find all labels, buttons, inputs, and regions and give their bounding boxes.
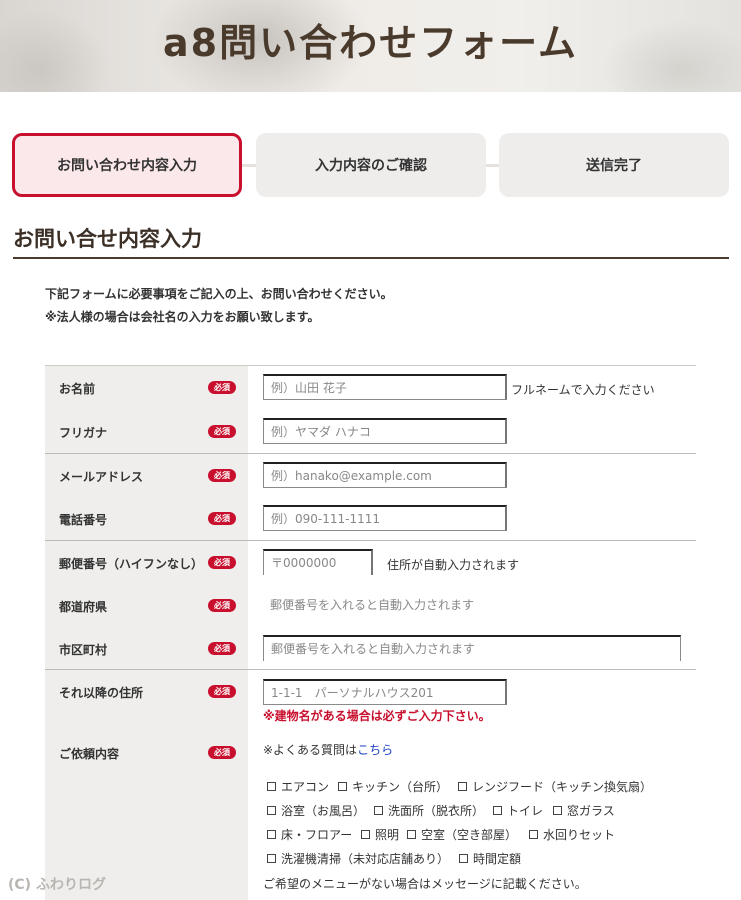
hero-banner: a8問い合わせフォーム	[0, 0, 741, 92]
phone-input[interactable]	[263, 505, 507, 531]
required-badge: 必須	[208, 746, 236, 759]
option-hourly[interactable]: 時間定額	[459, 850, 521, 867]
watermark-credit: (C) ふわりログ	[8, 877, 106, 893]
furigana-input[interactable]	[263, 418, 507, 444]
email-input[interactable]	[263, 462, 507, 488]
required-badge: 必須	[208, 599, 236, 612]
required-badge: 必須	[208, 381, 236, 394]
prefecture-input[interactable]	[263, 592, 563, 618]
faq-prefix: ※よくある質問は	[263, 743, 358, 757]
section-divider	[13, 257, 729, 259]
checkbox[interactable]	[267, 854, 276, 863]
step-complete: 送信完了	[499, 133, 729, 197]
address-input[interactable]	[263, 679, 507, 705]
name-input[interactable]	[263, 374, 507, 400]
required-badge: 必須	[208, 425, 236, 438]
faq-link[interactable]: こちら	[357, 743, 393, 757]
city-input[interactable]	[263, 635, 681, 661]
option-water-set[interactable]: 水回りセット	[529, 826, 615, 843]
required-badge: 必須	[208, 469, 236, 482]
city-label: 市区町村	[59, 643, 108, 657]
checkbox[interactable]	[458, 782, 467, 791]
option-lighting[interactable]: 照明	[361, 826, 399, 843]
postal-note: 住所が自動入力されます	[387, 558, 520, 572]
intro-line: 下記フォームに必要事項をご記入の上、お問い合わせください。	[45, 287, 393, 301]
checkbox[interactable]	[529, 830, 538, 839]
intro-line: ※法人様の場合は会社名の入力をお願い致します。	[45, 310, 320, 324]
name-note: フルネームで入力ください	[511, 383, 655, 397]
option-kitchen[interactable]: キッチン（台所）	[338, 778, 448, 795]
section-title: お問い合せ内容入力	[13, 227, 202, 251]
phone-label: 電話番号	[59, 513, 108, 527]
required-badge: 必須	[208, 685, 236, 698]
checkbox[interactable]	[553, 806, 562, 815]
option-vacant-room[interactable]: 空室（空き部屋）	[407, 826, 517, 843]
checkbox[interactable]	[374, 806, 383, 815]
faq-note: ※よくある質問はこちら	[263, 741, 393, 758]
request-footnote: ご希望のメニューがない場合はメッセージに記載ください。	[263, 877, 587, 891]
name-label: お名前	[59, 382, 96, 396]
address-warning: ※建物名がある場合は必ずご入力下さい。	[263, 709, 491, 723]
step-input: お問い合わせ内容入力	[12, 133, 242, 197]
required-badge: 必須	[208, 556, 236, 569]
request-label: ご依頼内容	[59, 747, 120, 761]
option-rangehood[interactable]: レンジフード（キッチン換気扇）	[458, 778, 652, 795]
postal-label: 郵便番号（ハイフンなし）	[59, 557, 204, 571]
checkbox[interactable]	[493, 806, 502, 815]
option-washing-machine[interactable]: 洗濯機清掃（未対応店舗あり）	[267, 850, 449, 867]
row-divider	[45, 669, 696, 670]
checkbox[interactable]	[267, 782, 276, 791]
option-washroom[interactable]: 洗面所（脱衣所）	[374, 802, 484, 819]
checkbox[interactable]	[361, 830, 370, 839]
postal-input[interactable]	[263, 549, 373, 575]
checkbox[interactable]	[338, 782, 347, 791]
label-column	[45, 365, 248, 900]
option-window[interactable]: 窓ガラス	[553, 802, 615, 819]
option-toilet[interactable]: トイレ	[493, 802, 543, 819]
row-divider	[45, 453, 696, 454]
page-title: a8問い合わせフォーム	[163, 21, 578, 65]
checkbox[interactable]	[407, 830, 416, 839]
checkbox[interactable]	[459, 854, 468, 863]
checkbox[interactable]	[267, 806, 276, 815]
option-floor[interactable]: 床・フロアー	[267, 826, 352, 843]
option-bathroom[interactable]: 浴室（お風呂）	[267, 802, 365, 819]
intro-text: 下記フォームに必要事項をご記入の上、お問い合わせください。 ※法人様の場合は会社…	[45, 283, 393, 329]
checkbox[interactable]	[267, 830, 276, 839]
furigana-label: フリガナ	[59, 426, 108, 440]
step-confirm: 入力内容のご確認	[256, 133, 486, 197]
form-top-border	[45, 365, 696, 366]
required-badge: 必須	[208, 512, 236, 525]
option-aircon[interactable]: エアコン	[267, 778, 329, 795]
contact-form: お名前 必須 フルネームで入力ください フリガナ 必須 メールアドレス 必須 電…	[45, 365, 696, 900]
required-badge: 必須	[208, 642, 236, 655]
row-divider	[45, 540, 696, 541]
email-label: メールアドレス	[59, 470, 144, 484]
prefecture-label: 都道府県	[59, 600, 108, 614]
progress-steps: お問い合わせ内容入力 入力内容のご確認 送信完了	[12, 133, 729, 197]
address-label: それ以降の住所	[59, 686, 144, 700]
